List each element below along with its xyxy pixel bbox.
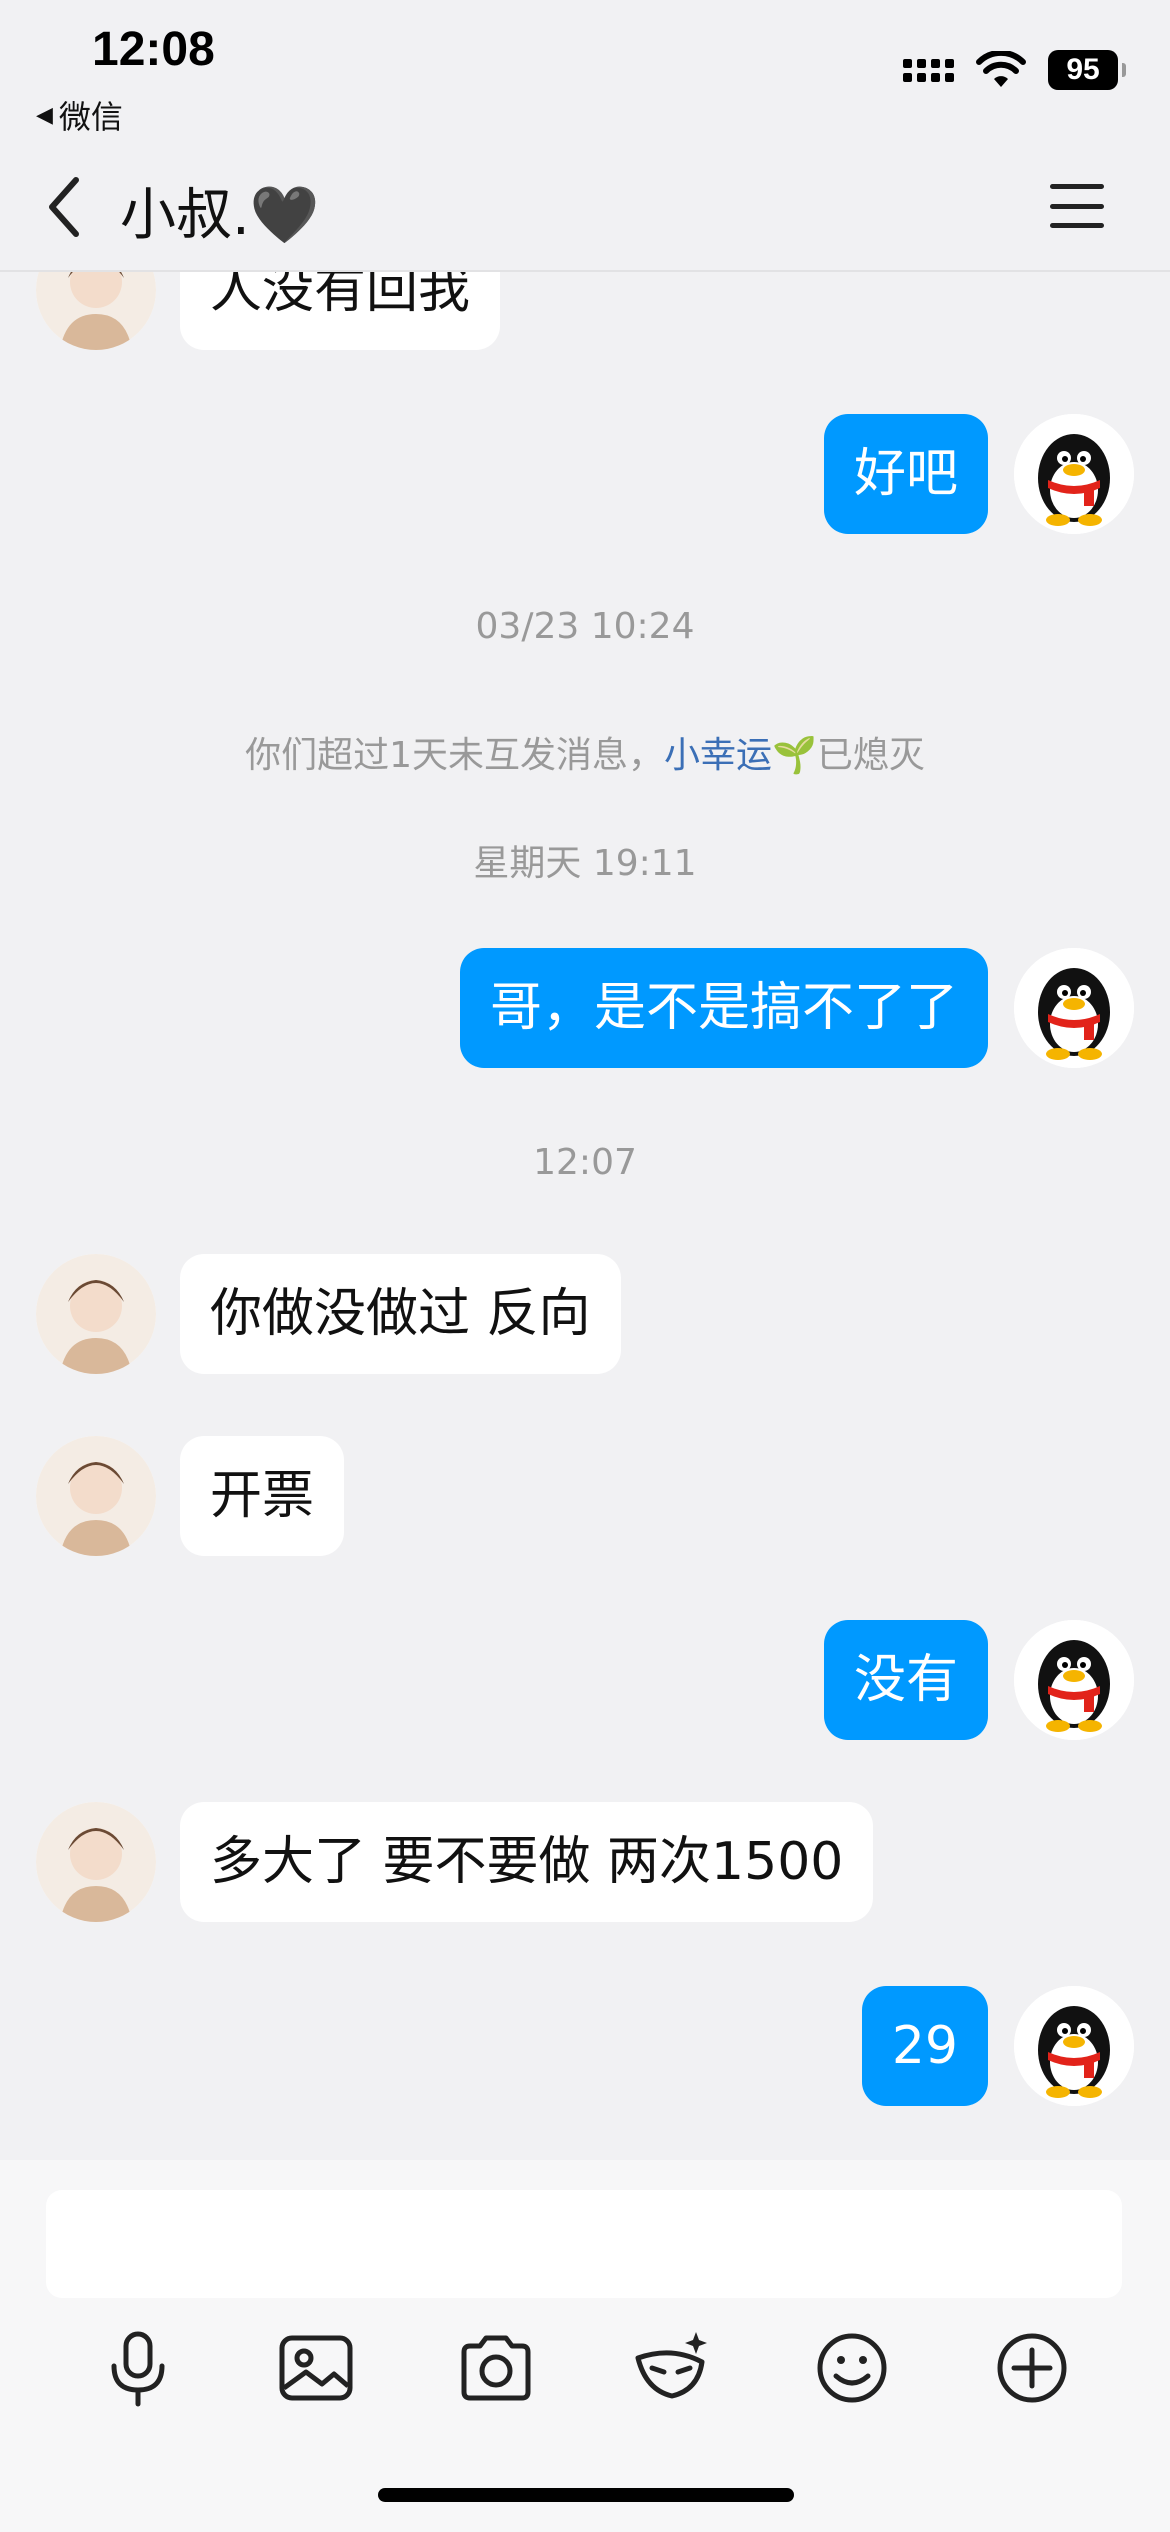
status-bar: 12:08 ◀ 微信 95	[0, 0, 1170, 140]
contact-avatar[interactable]	[36, 1802, 156, 1922]
menu-icon[interactable]	[1050, 184, 1104, 228]
system-message-text: 你们超过1天未互发消息，	[245, 735, 665, 776]
message-bubble-outgoing[interactable]: 好吧	[823, 414, 988, 534]
lucky-streak-link[interactable]: 小幸运	[664, 735, 772, 776]
message-bubble-incoming[interactable]: 多大了 要不要做 两次1500	[180, 1802, 874, 1922]
my-avatar[interactable]	[1014, 1620, 1134, 1740]
my-avatar[interactable]	[1014, 1986, 1134, 2106]
back-to-app-link[interactable]: ◀ 微信	[36, 92, 123, 138]
camera-icon[interactable]	[456, 2328, 536, 2408]
system-message-suffix: 已熄灭	[816, 735, 925, 776]
cellular-signal-icon	[903, 58, 954, 82]
message-bubble-outgoing[interactable]: 29	[861, 1986, 988, 2106]
my-avatar[interactable]	[1014, 414, 1134, 534]
emoji-icon[interactable]	[812, 2328, 892, 2408]
image-icon[interactable]	[276, 2328, 356, 2408]
my-avatar[interactable]	[1014, 948, 1134, 1068]
contact-avatar[interactable]	[36, 1254, 156, 1374]
plus-icon[interactable]	[992, 2328, 1072, 2408]
back-triangle-icon: ◀	[36, 102, 53, 128]
status-icons: 95	[903, 50, 1126, 90]
face-mask-icon[interactable]	[632, 2328, 712, 2408]
message-input[interactable]	[46, 2190, 1122, 2298]
timestamp: 星期天 19:11	[473, 843, 697, 884]
back-app-label: 微信	[58, 98, 123, 136]
message-bubble-incoming[interactable]: 你做没做过 反向	[180, 1254, 621, 1374]
timestamp: 03/23 10:24	[475, 606, 695, 647]
input-panel	[0, 2160, 1170, 2532]
contact-avatar[interactable]	[36, 1436, 156, 1556]
message-bubble-outgoing[interactable]: 没有	[823, 1620, 988, 1740]
home-indicator[interactable]	[378, 2488, 794, 2502]
wifi-icon	[976, 51, 1026, 87]
system-message: 你们超过1天未互发消息，小幸运🌱已熄灭	[0, 726, 1170, 778]
status-time: 12:08	[92, 23, 215, 76]
input-toolbar	[0, 2328, 1170, 2424]
battery-level: 95	[1066, 53, 1100, 86]
back-chevron-icon[interactable]	[40, 172, 90, 242]
chat-title: 小叔.🖤	[120, 183, 320, 248]
message-bubble-outgoing[interactable]: 哥，是不是搞不了了	[459, 948, 988, 1068]
message-bubble-incoming[interactable]: 开票	[180, 1436, 345, 1556]
timestamp: 12:07	[533, 1142, 637, 1183]
battery-icon: 95	[1048, 50, 1126, 90]
microphone-icon[interactable]	[98, 2328, 178, 2408]
sprout-icon: 🌱	[772, 735, 817, 776]
chat-header: 小叔.🖤	[0, 140, 1170, 272]
